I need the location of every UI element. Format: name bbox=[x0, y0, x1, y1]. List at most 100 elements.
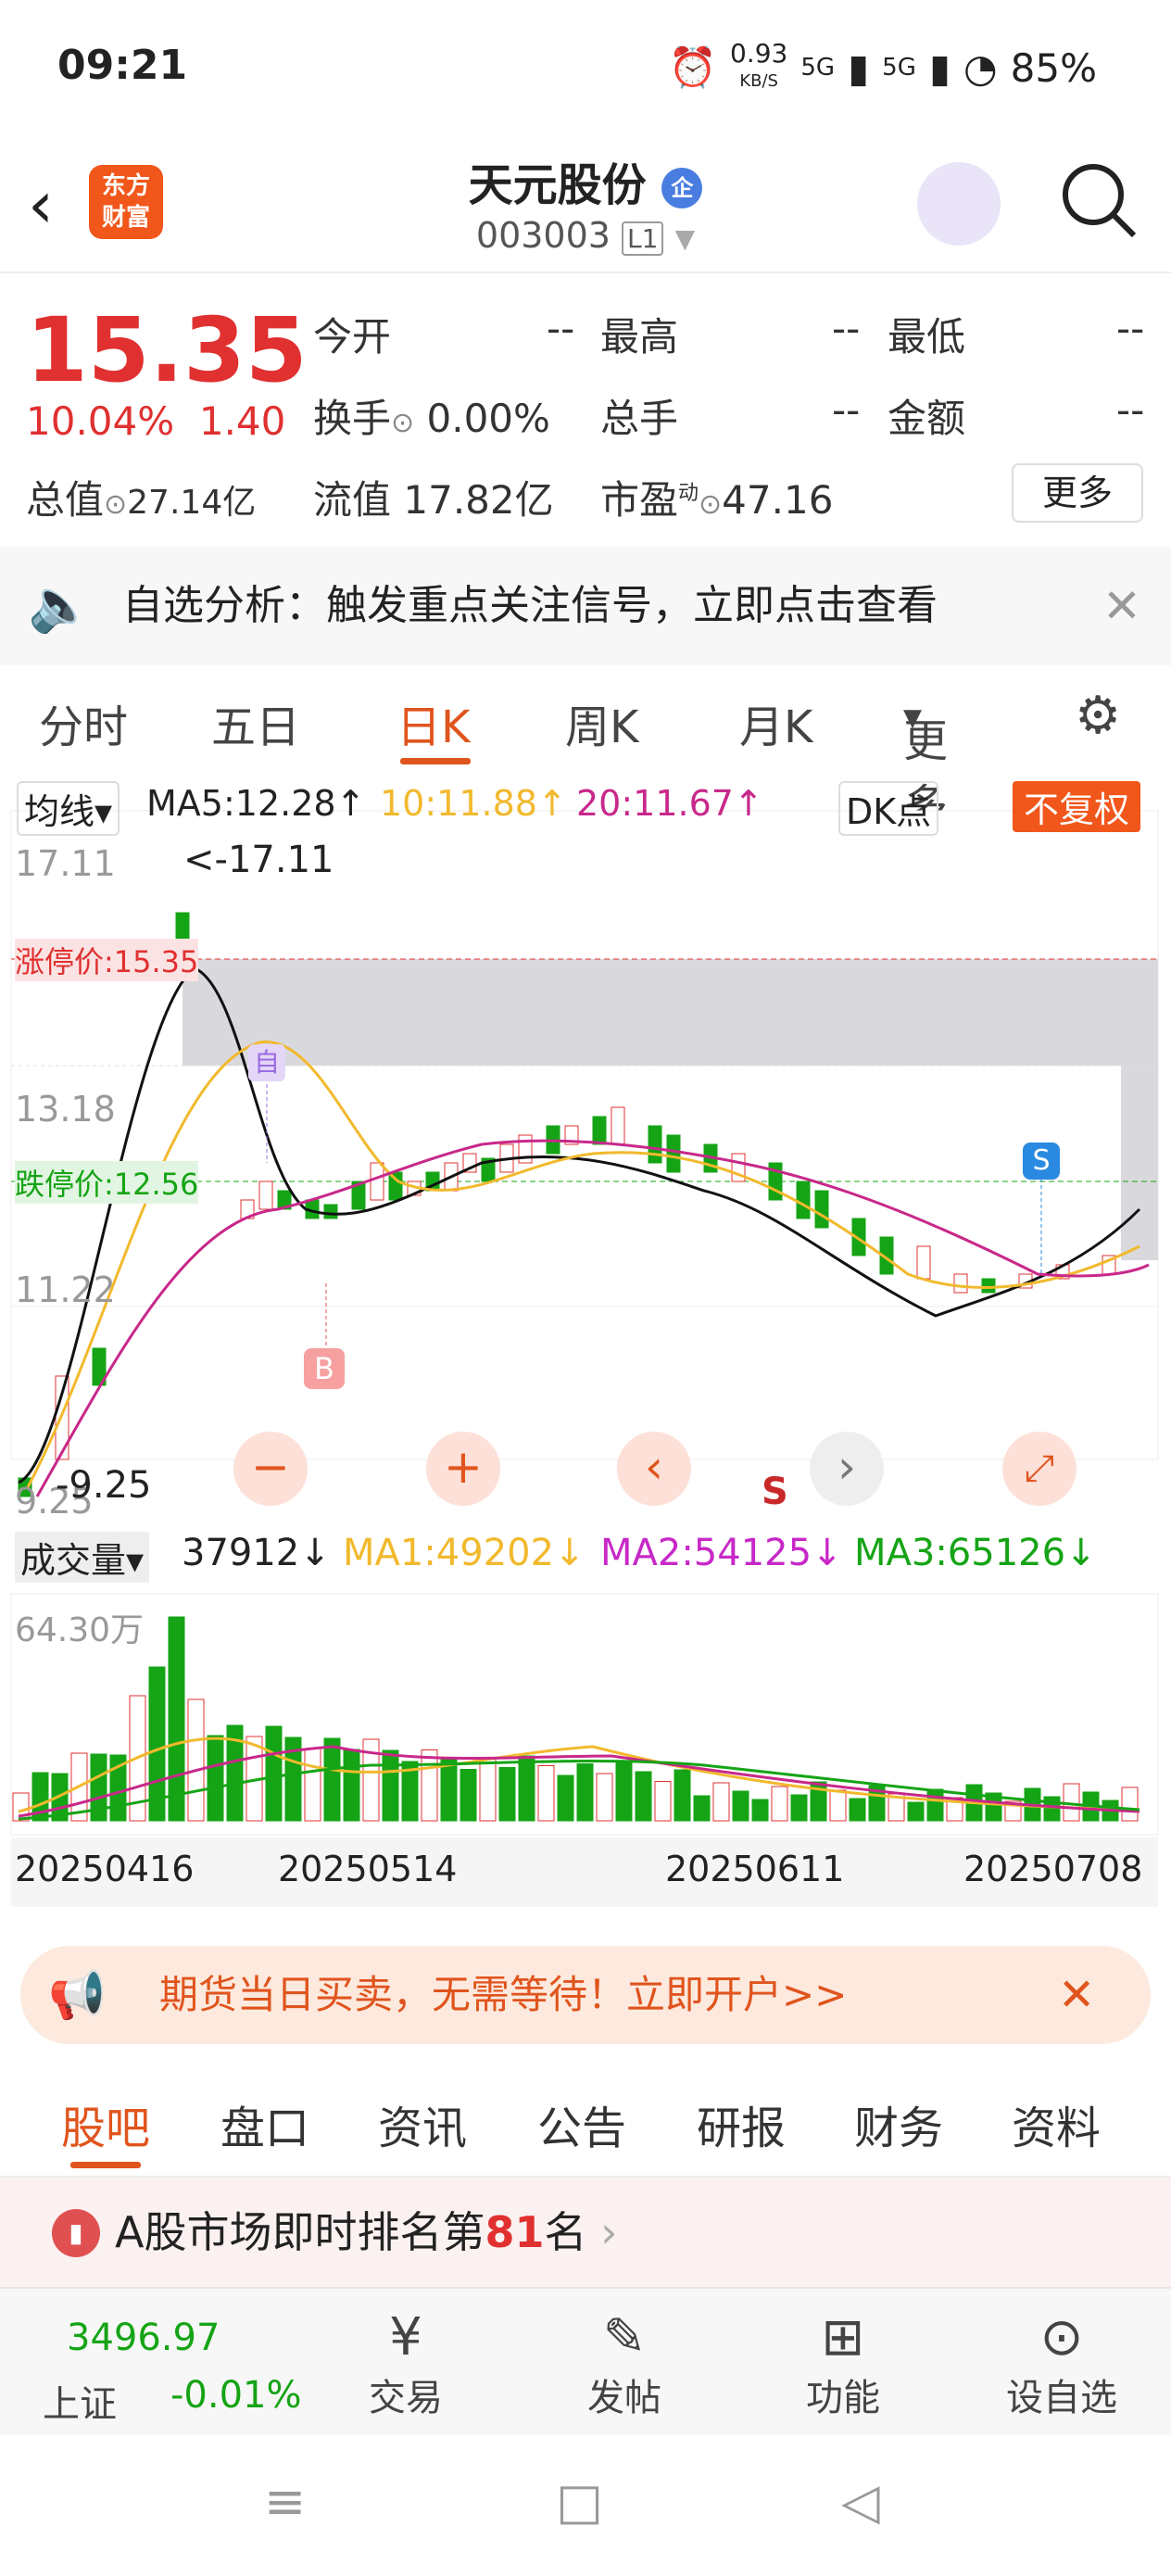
fq-button[interactable]: 不复权 bbox=[1013, 781, 1141, 832]
analysis-notice[interactable]: 🔈 自选分析：触发重点关注信号，立即点击查看 ✕ bbox=[0, 547, 1171, 665]
notice-text: 自选分析：触发重点关注信号，立即点击查看 bbox=[122, 582, 938, 629]
sell-marker[interactable]: S bbox=[1023, 1143, 1060, 1180]
more-dots-icon: ⊙ bbox=[1039, 2307, 1084, 2368]
volume-bar bbox=[771, 1786, 788, 1822]
tab-announce[interactable]: 公告 bbox=[537, 2091, 626, 2156]
gear-icon[interactable]: ⚙ bbox=[1075, 686, 1121, 746]
volume-label: 总手 bbox=[600, 396, 679, 441]
battery-level: 85% bbox=[1010, 44, 1097, 91]
volume-bar bbox=[440, 1759, 458, 1822]
volume-bar bbox=[674, 1769, 691, 1822]
high-value: -- bbox=[832, 306, 861, 351]
signal-2: 5G bbox=[882, 54, 916, 82]
pe-ratio: 市盈动⊙47.16 bbox=[600, 477, 834, 523]
tab-intraday[interactable]: 分时 bbox=[39, 690, 128, 755]
low-value: -- bbox=[1116, 306, 1145, 351]
s-signal: S bbox=[762, 1471, 788, 1513]
volume-now: 37912↓ bbox=[182, 1532, 331, 1574]
candle bbox=[648, 1125, 662, 1164]
ma-select[interactable]: 均线▾ bbox=[17, 781, 120, 836]
zoom-in-button[interactable]: + bbox=[426, 1432, 500, 1506]
amount-value: -- bbox=[1116, 387, 1145, 433]
net-speed: 0.93 KB/S bbox=[729, 38, 788, 92]
tab-guba[interactable]: 股吧 bbox=[61, 2091, 150, 2156]
open-value: -- bbox=[547, 306, 575, 351]
close-icon[interactable]: ✕ bbox=[1058, 1946, 1095, 2044]
robot-avatar-icon[interactable] bbox=[917, 162, 1001, 246]
limit-up-label: 涨停价:15.35 bbox=[15, 939, 199, 981]
tab-daily-k[interactable]: 日K bbox=[397, 690, 470, 755]
market-rank[interactable]: ▮ A股市场即时排名第81名 › bbox=[0, 2178, 1171, 2287]
tab-weekly-k[interactable]: 周K bbox=[565, 690, 638, 755]
volume-bar bbox=[829, 1789, 847, 1822]
tab-five-day[interactable]: 五日 bbox=[211, 690, 300, 755]
high-marker: <-17.11 bbox=[183, 839, 334, 881]
low-marker: -9.25 bbox=[56, 1464, 152, 1507]
vol-axis-top: 64.30万 bbox=[15, 1611, 145, 1649]
info-tabs: 股吧 盘口 资讯 公告 研报 财务 资料 bbox=[0, 2071, 1171, 2178]
y-axis-top: 17.11 bbox=[15, 843, 116, 884]
level-badge: L1 bbox=[622, 221, 664, 256]
volume-bar bbox=[479, 1757, 497, 1822]
grid-icon: ⊞ bbox=[821, 2307, 865, 2368]
dk-button[interactable]: DK点 bbox=[838, 781, 939, 836]
more-button[interactable]: 更多 bbox=[1012, 463, 1143, 523]
self-marker[interactable]: 自 bbox=[248, 1044, 285, 1081]
tab-pankou[interactable]: 盘口 bbox=[220, 2091, 309, 2156]
megaphone-icon: 📢 bbox=[48, 1968, 107, 2022]
vol-ma3: MA3:65126↓ bbox=[854, 1532, 1097, 1574]
volume-select[interactable]: 成交量▾ bbox=[15, 1532, 150, 1583]
volume-bar bbox=[712, 1782, 730, 1822]
index-value[interactable]: 3496.97 bbox=[67, 2317, 220, 2359]
futures-ad-banner[interactable]: 📢 期货当日买卖，无需等待！立即开户>> ✕ bbox=[20, 1946, 1151, 2044]
menu-icon[interactable]: ≡ bbox=[264, 2472, 306, 2531]
buy-marker[interactable]: B bbox=[304, 1348, 345, 1389]
watchlist-button[interactable]: ⊙ 设自选 bbox=[988, 2307, 1136, 2421]
back-nav-icon[interactable]: ◁ bbox=[841, 2472, 880, 2531]
volume-bar bbox=[576, 1763, 594, 1822]
search-icon[interactable] bbox=[1056, 158, 1140, 241]
signal-icon: ▮ bbox=[928, 44, 951, 91]
tab-news[interactable]: 资讯 bbox=[378, 2091, 467, 2156]
fullscreen-icon[interactable]: ⤢ bbox=[1002, 1432, 1077, 1506]
candle bbox=[916, 1245, 931, 1280]
volume-bar bbox=[265, 1725, 283, 1822]
volume-bar bbox=[596, 1773, 613, 1822]
trade-button[interactable]: ¥ 交易 bbox=[332, 2307, 480, 2421]
volume-bar bbox=[790, 1794, 808, 1822]
index-change: -0.01% bbox=[170, 2374, 302, 2417]
tab-finance[interactable]: 财务 bbox=[854, 2091, 943, 2156]
tab-profile[interactable]: 资料 bbox=[1012, 2091, 1101, 2156]
home-icon[interactable]: □ bbox=[556, 2472, 603, 2531]
chevron-down-icon[interactable]: ▼ bbox=[675, 223, 696, 254]
function-button[interactable]: ⊞ 功能 bbox=[769, 2307, 917, 2421]
volume-bar bbox=[693, 1795, 711, 1822]
volume-bar bbox=[557, 1774, 574, 1822]
post-button[interactable]: ✎ 发帖 bbox=[550, 2307, 699, 2421]
gap-zone bbox=[1121, 1066, 1158, 1260]
open-label: 今开 bbox=[313, 314, 392, 360]
index-name: 上证 bbox=[43, 2383, 117, 2426]
status-icons: ⏰ 0.93 KB/S 5G ▮ 5G ▮ ◔ 85% bbox=[669, 38, 1097, 94]
volume-bar bbox=[926, 1788, 944, 1822]
zoom-out-button[interactable]: − bbox=[233, 1432, 308, 1506]
kline-chart[interactable]: 均线▾ MA5:12.28↑ 10:11.88↑ 20:11.67↑ DK点 不… bbox=[0, 774, 1171, 1923]
stock-header: ‹ 东方 财富 天元股份 企 003003 L1 ▼ bbox=[0, 139, 1171, 273]
battery-icon: ◔ bbox=[963, 44, 998, 91]
date-label: 20250611 bbox=[665, 1849, 845, 1889]
tab-underline bbox=[70, 2162, 141, 2168]
volume-bar bbox=[460, 1769, 477, 1822]
float-cap: 流值 17.82亿 bbox=[313, 477, 554, 523]
market-cap: 总值⊙27.14亿 bbox=[26, 477, 257, 523]
yen-icon: ¥ bbox=[389, 2307, 422, 2368]
high-label: 最高 bbox=[600, 314, 679, 360]
pan-left-button[interactable]: ‹ bbox=[617, 1432, 691, 1506]
tab-monthly-k[interactable]: 月K bbox=[739, 690, 812, 755]
last-price: 15.35 bbox=[26, 298, 308, 402]
candle bbox=[814, 1190, 829, 1229]
close-icon[interactable]: ✕ bbox=[1102, 547, 1141, 665]
pan-right-button[interactable]: › bbox=[810, 1432, 884, 1506]
ad-text: 期货当日买卖，无需等待！立即开户>> bbox=[159, 1972, 848, 2017]
bottom-toolbar: 3496.97 上证 -0.01% ¥ 交易 ✎ 发帖 ⊞ 功能 ⊙ 设自选 bbox=[0, 2287, 1171, 2435]
tab-research[interactable]: 研报 bbox=[697, 2091, 786, 2156]
